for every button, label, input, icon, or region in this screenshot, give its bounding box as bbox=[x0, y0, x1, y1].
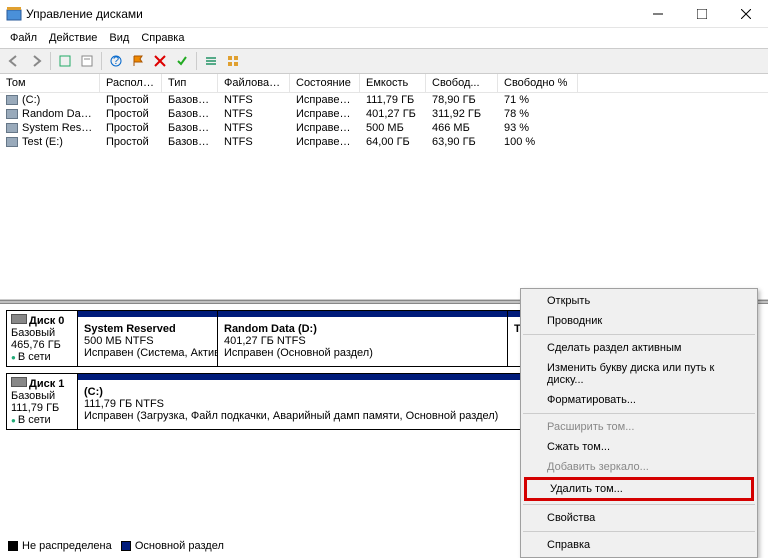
forward-icon[interactable] bbox=[26, 51, 46, 71]
maximize-button[interactable] bbox=[680, 0, 724, 28]
window-title: Управление дисками bbox=[26, 7, 636, 21]
volume-row[interactable]: System ReservedПростойБазовыйNTFSИсправе… bbox=[0, 121, 768, 135]
check-icon[interactable] bbox=[172, 51, 192, 71]
volume-row[interactable]: Random Data (D:)ПростойБазовыйNTFSИсправ… bbox=[0, 107, 768, 121]
col-type[interactable]: Тип bbox=[162, 74, 218, 92]
menu-action[interactable]: Действие bbox=[43, 30, 103, 46]
menu-item: Расширить том... bbox=[521, 417, 757, 437]
menu-item[interactable]: Проводник bbox=[521, 311, 757, 331]
col-freepct[interactable]: Свободно % bbox=[498, 74, 578, 92]
legend-unalloc: Не распределена bbox=[22, 540, 112, 552]
refresh-icon[interactable] bbox=[55, 51, 75, 71]
menu-separator bbox=[523, 531, 755, 532]
menu-item[interactable]: Свойства bbox=[521, 508, 757, 528]
menu-separator bbox=[523, 334, 755, 335]
menu-item[interactable]: Форматировать... bbox=[521, 390, 757, 410]
close-button[interactable] bbox=[724, 0, 768, 28]
delete-icon[interactable] bbox=[150, 51, 170, 71]
menu-view[interactable]: Вид bbox=[103, 30, 135, 46]
menu-file[interactable]: Файл bbox=[4, 30, 43, 46]
menu-help[interactable]: Справка bbox=[135, 30, 190, 46]
col-free[interactable]: Свобод... bbox=[426, 74, 498, 92]
grid-icon[interactable] bbox=[223, 51, 243, 71]
minimize-button[interactable] bbox=[636, 0, 680, 28]
menu-item-delete-volume[interactable]: Удалить том... bbox=[524, 477, 754, 501]
menu-item[interactable]: Сделать раздел активным bbox=[521, 338, 757, 358]
col-status[interactable]: Состояние bbox=[290, 74, 360, 92]
volume-row[interactable]: Test (E:)ПростойБазовыйNTFSИсправен...64… bbox=[0, 135, 768, 149]
flag-icon[interactable] bbox=[128, 51, 148, 71]
col-capacity[interactable]: Емкость bbox=[360, 74, 426, 92]
menu-item[interactable]: Сжать том... bbox=[521, 437, 757, 457]
menu-item: Добавить зеркало... bbox=[521, 457, 757, 477]
help-icon[interactable]: ? bbox=[106, 51, 126, 71]
menu-separator bbox=[523, 504, 755, 505]
col-fs[interactable]: Файловая с... bbox=[218, 74, 290, 92]
menu-item[interactable]: Открыть bbox=[521, 291, 757, 311]
menu-separator bbox=[523, 413, 755, 414]
menu-item[interactable]: Справка bbox=[521, 535, 757, 555]
partition[interactable]: Random Data (D:)401,27 ГБ NTFSИсправен (… bbox=[218, 310, 508, 367]
context-menu: ОткрытьПроводник Сделать раздел активнымИ… bbox=[520, 288, 758, 558]
legend: Не распределена Основной раздел bbox=[8, 540, 224, 552]
app-icon bbox=[6, 6, 22, 22]
col-layout[interactable]: Располо... bbox=[100, 74, 162, 92]
partition[interactable]: System Reserved500 МБ NTFSИсправен (Сист… bbox=[78, 310, 218, 367]
menubar: Файл Действие Вид Справка bbox=[0, 28, 768, 48]
volume-list: Том Располо... Тип Файловая с... Состоян… bbox=[0, 74, 768, 300]
list-icon[interactable] bbox=[201, 51, 221, 71]
toolbar: ? bbox=[0, 48, 768, 74]
col-volume[interactable]: Том bbox=[0, 74, 100, 92]
svg-text:?: ? bbox=[113, 55, 119, 67]
legend-primary: Основной раздел bbox=[135, 540, 224, 552]
volume-row[interactable]: (C:)ПростойБазовыйNTFSИсправен...111,79 … bbox=[0, 93, 768, 107]
disk-header[interactable]: Диск 0Базовый465,76 ГБВ сети bbox=[6, 310, 78, 367]
back-icon[interactable] bbox=[4, 51, 24, 71]
menu-item[interactable]: Изменить букву диска или путь к диску... bbox=[521, 358, 757, 390]
volume-header: Том Располо... Тип Файловая с... Состоян… bbox=[0, 74, 768, 93]
disk-header[interactable]: Диск 1Базовый111,79 ГБВ сети bbox=[6, 373, 78, 430]
properties-icon[interactable] bbox=[77, 51, 97, 71]
